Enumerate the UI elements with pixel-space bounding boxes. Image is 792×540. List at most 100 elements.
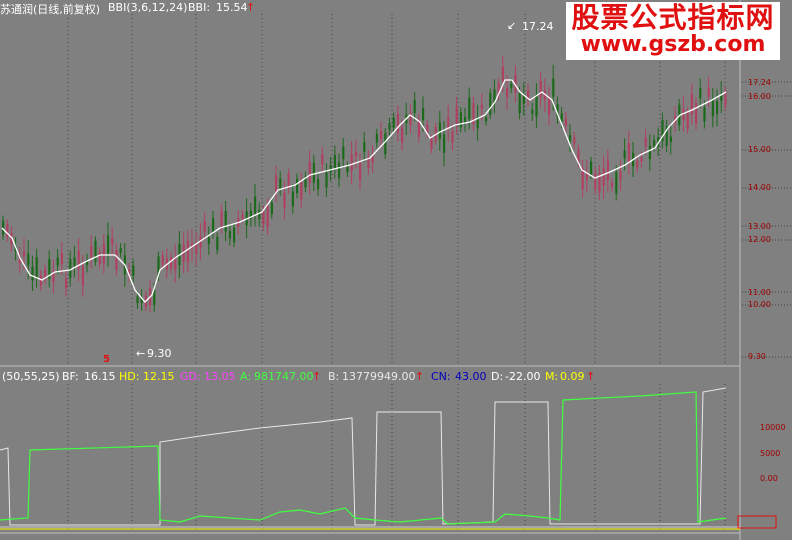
candle-body bbox=[270, 202, 273, 215]
value-box bbox=[737, 515, 777, 529]
candle-body bbox=[644, 137, 647, 148]
candle-body bbox=[216, 236, 219, 251]
stock-title: 苏通润(日线,前复权) bbox=[0, 3, 101, 16]
candle-body bbox=[648, 145, 651, 160]
candle-body bbox=[699, 87, 702, 99]
candle-body bbox=[724, 91, 727, 106]
chart-canvas[interactable] bbox=[0, 0, 792, 540]
m-value: 0.09 bbox=[560, 370, 585, 383]
price-axis-label: 11.00 bbox=[748, 288, 771, 297]
candle-body bbox=[686, 112, 689, 129]
candle-body bbox=[275, 175, 278, 193]
candle-body bbox=[258, 210, 261, 220]
candle-body bbox=[392, 117, 395, 128]
candle-body bbox=[380, 130, 383, 140]
candle-body bbox=[627, 142, 630, 163]
bf-value: 16.15 bbox=[84, 370, 116, 383]
candle-body bbox=[73, 257, 76, 266]
candle-body bbox=[401, 126, 404, 143]
bf-label: BF: bbox=[62, 370, 79, 383]
candle-body bbox=[65, 278, 68, 289]
candle-body bbox=[384, 133, 387, 155]
price-axis-label: 12.00 bbox=[748, 235, 771, 244]
sub-axis-label: 0.00 bbox=[760, 474, 778, 483]
cn-value: 43.00 bbox=[455, 370, 487, 383]
candle-body bbox=[81, 265, 84, 286]
cn-label: CN: bbox=[431, 370, 451, 383]
high-price-label: 17.24 bbox=[522, 20, 554, 33]
candle-body bbox=[518, 92, 521, 114]
candle-body bbox=[443, 134, 446, 153]
candle-body bbox=[132, 265, 135, 276]
signal-marker: 5 bbox=[103, 354, 110, 365]
sub-axis-label: 5000 bbox=[760, 449, 781, 458]
low-arrow-icon: ← bbox=[136, 347, 146, 360]
candle-body bbox=[115, 250, 118, 270]
candle-body bbox=[430, 139, 433, 149]
candle-body bbox=[56, 257, 59, 266]
up-arrow-icon: ↑ bbox=[586, 370, 596, 383]
d-label: D: bbox=[491, 370, 504, 383]
candle-body bbox=[653, 140, 656, 147]
candle-body bbox=[23, 251, 26, 257]
candle-body bbox=[447, 117, 450, 129]
candle-body bbox=[279, 178, 282, 189]
candle-body bbox=[94, 240, 97, 262]
candle-body bbox=[224, 211, 227, 232]
candle-body bbox=[438, 122, 441, 140]
candle-body bbox=[480, 104, 483, 109]
candle-body bbox=[312, 163, 315, 183]
candle-body bbox=[241, 214, 244, 219]
a-label: A: bbox=[240, 370, 252, 383]
gd-value: 13.05 bbox=[204, 370, 236, 383]
candle-body bbox=[220, 211, 223, 227]
candle-body bbox=[711, 99, 714, 117]
candle-body bbox=[468, 97, 471, 120]
candle-body bbox=[606, 160, 609, 181]
price-axis-label: 15.00 bbox=[748, 145, 771, 154]
candle-body bbox=[539, 80, 542, 98]
candle-body bbox=[207, 237, 210, 244]
candle-body bbox=[535, 94, 538, 117]
sub-params: (50,55,25) bbox=[2, 370, 60, 383]
b-label: B: bbox=[328, 370, 340, 383]
candle-body bbox=[573, 136, 576, 144]
candle-body bbox=[716, 101, 719, 115]
candle-body bbox=[615, 172, 618, 194]
candle-body bbox=[636, 160, 639, 168]
low-price-label: 9.30 bbox=[147, 347, 172, 360]
candle-body bbox=[455, 106, 458, 125]
candle-body bbox=[338, 162, 341, 179]
a-value: 981747.00 bbox=[254, 370, 314, 383]
white-line bbox=[0, 387, 727, 526]
candle-body bbox=[703, 107, 706, 122]
candle-body bbox=[640, 157, 643, 162]
candle-body bbox=[111, 238, 114, 246]
candle-body bbox=[161, 255, 164, 265]
candle-body bbox=[623, 150, 626, 159]
candle-body bbox=[388, 123, 391, 130]
candle-body bbox=[422, 108, 425, 121]
candle-body bbox=[102, 243, 105, 264]
candle-body bbox=[531, 109, 534, 114]
candle-body bbox=[510, 83, 513, 88]
price-axis-label: 9.30 bbox=[748, 352, 766, 361]
m-label: M: bbox=[545, 370, 559, 383]
candle-body bbox=[552, 78, 555, 97]
price-axis-label: 16.00 bbox=[748, 92, 771, 101]
candle-body bbox=[317, 179, 320, 190]
candle-body bbox=[396, 114, 399, 133]
candle-body bbox=[69, 258, 72, 278]
price-axis-label: 13.00 bbox=[748, 222, 771, 231]
green-line bbox=[0, 391, 727, 525]
candle-body bbox=[98, 252, 101, 265]
price-axis-label: 17.24 bbox=[748, 78, 771, 87]
candle-body bbox=[619, 171, 622, 181]
candle-body bbox=[325, 172, 328, 188]
candle-body bbox=[333, 155, 336, 169]
watermark-title: 股票公式指标网 bbox=[571, 1, 775, 34]
price-axis-label: 10.00 bbox=[748, 300, 771, 309]
candle-body bbox=[669, 136, 672, 143]
candle-body bbox=[590, 161, 593, 175]
candle-body bbox=[602, 168, 605, 186]
